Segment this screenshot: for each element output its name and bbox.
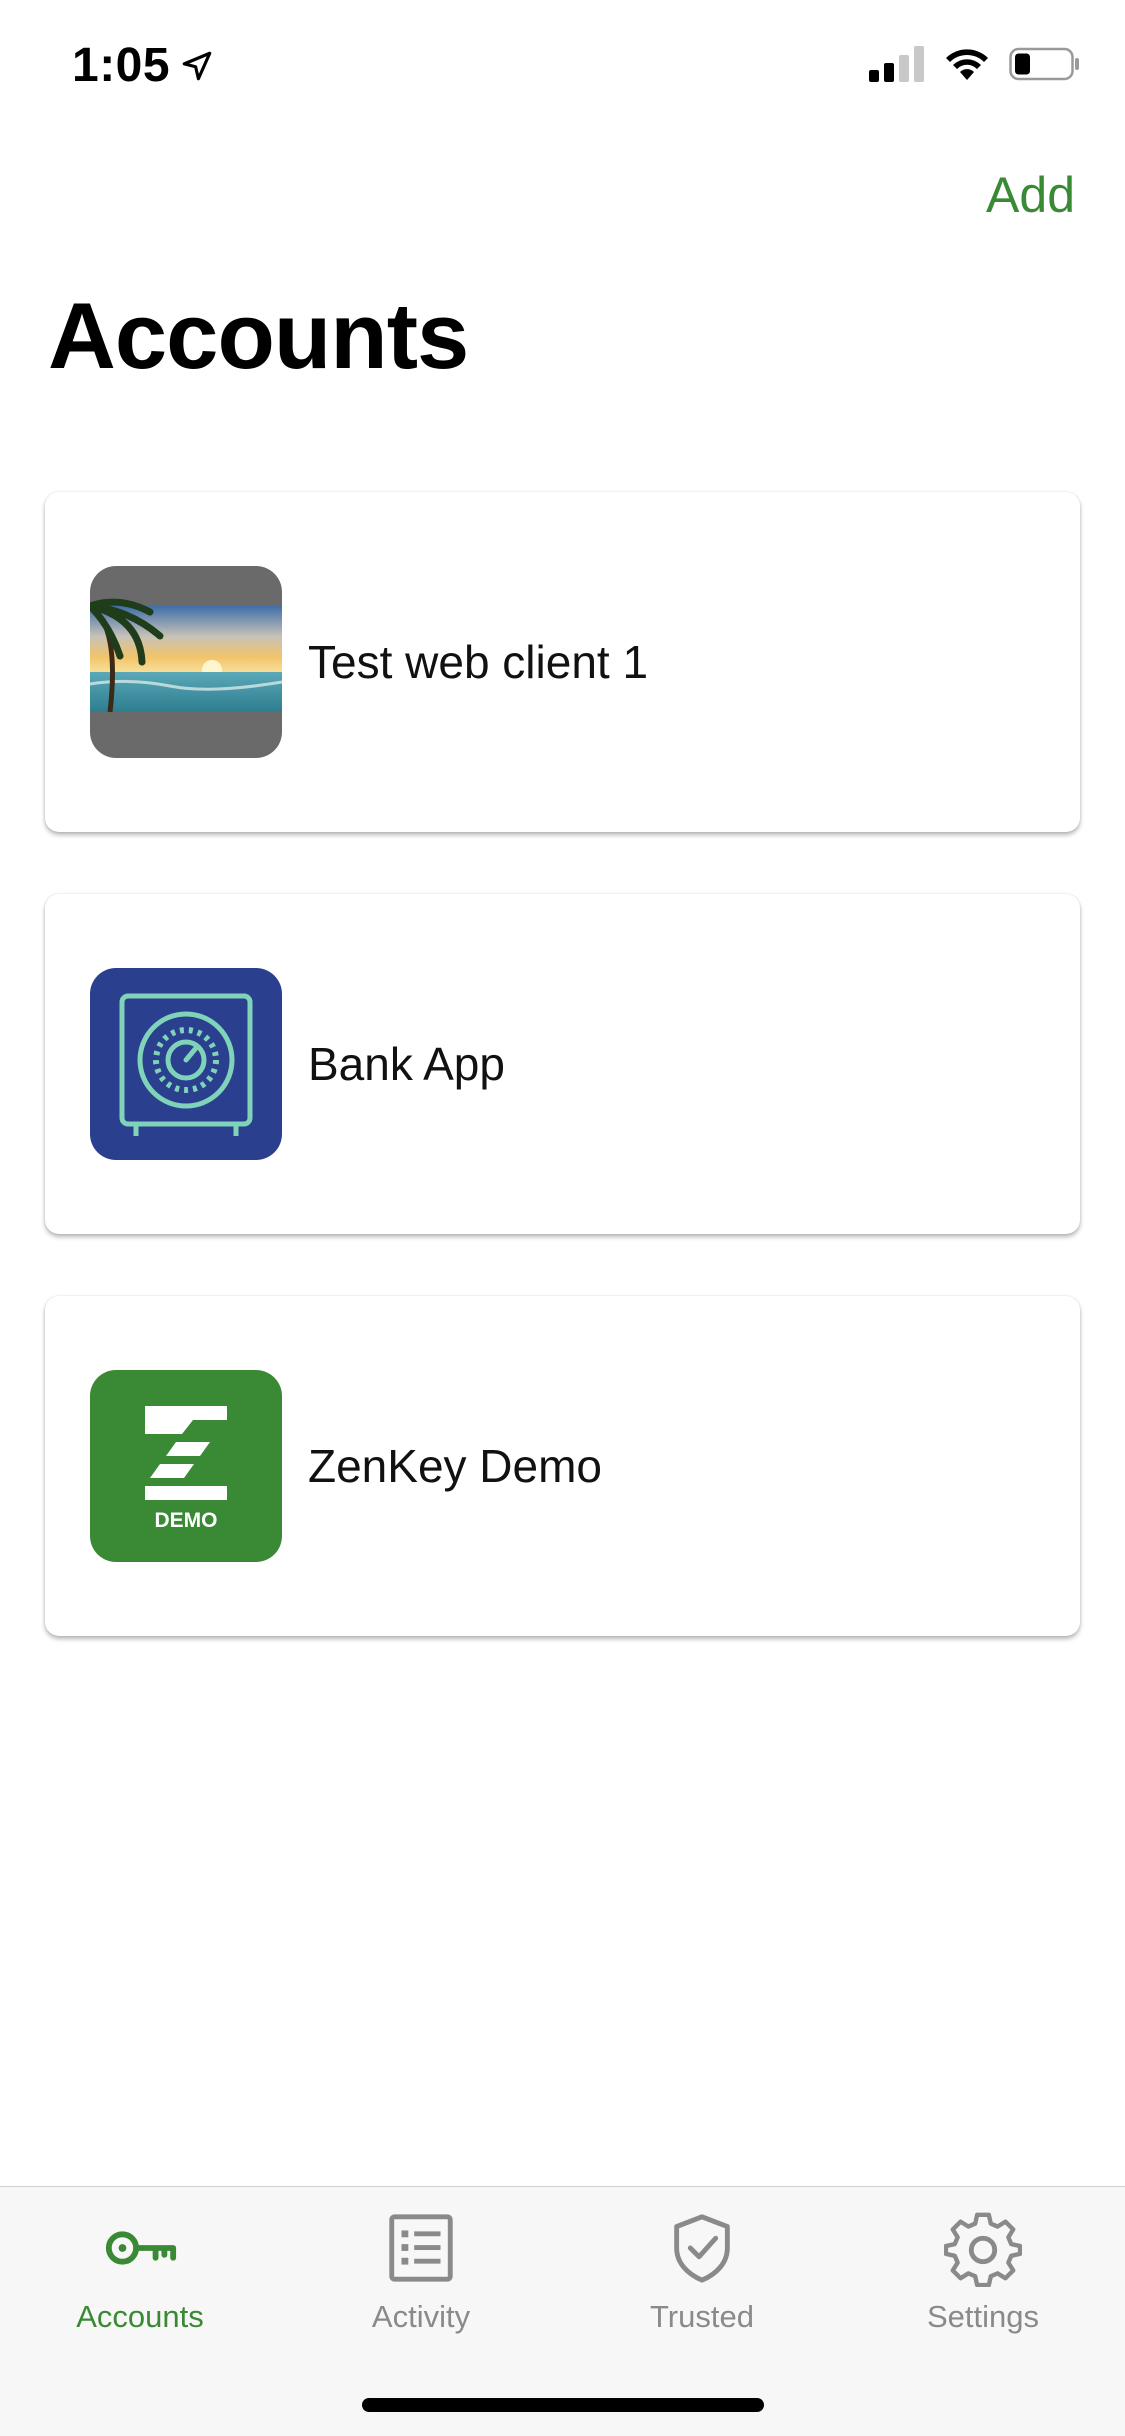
gear-icon <box>944 2212 1022 2287</box>
location-arrow-icon <box>182 51 212 80</box>
status-icons <box>869 46 1081 82</box>
account-name: ZenKey Demo <box>308 1440 603 1492</box>
wifi-icon <box>946 49 988 80</box>
account-name: Test web client 1 <box>308 636 649 688</box>
account-card-bank-app[interactable]: Bank App <box>45 894 1080 1234</box>
tab-trusted[interactable]: Trusted <box>562 2209 842 2335</box>
tab-activity[interactable]: Activity <box>281 2209 561 2335</box>
screen: 1:05 Add Accounts Test web client 1 Bank… <box>0 0 1125 2436</box>
status-time: 1:05 <box>72 39 171 92</box>
account-card-test-web-client[interactable]: Test web client 1 <box>45 492 1080 832</box>
status-time-group: 1:05 <box>72 38 214 93</box>
add-button[interactable]: Add <box>986 166 1075 224</box>
shield-check-icon <box>674 2214 730 2283</box>
tab-settings[interactable]: Settings <box>843 2209 1123 2335</box>
zenkey-demo-logo: DEMO <box>90 1370 282 1562</box>
tab-label: Trusted <box>650 2299 754 2334</box>
page-title: Accounts <box>48 283 469 388</box>
account-list: Test web client 1 Bank App DEMO ZenKey D… <box>45 492 1080 1698</box>
home-indicator[interactable] <box>362 2398 764 2412</box>
account-card-zenkey-demo[interactable]: DEMO ZenKey Demo <box>45 1296 1080 1636</box>
tab-label: Settings <box>926 2299 1039 2334</box>
beach-photo-icon <box>90 566 282 758</box>
tab-label: Accounts <box>76 2299 204 2334</box>
zenkey-logo-text: DEMO <box>155 1509 218 1532</box>
status-bar: 1:05 <box>0 0 1125 132</box>
cellular-signal-icon <box>869 46 924 82</box>
list-icon <box>389 2214 453 2282</box>
account-name: Bank App <box>308 1038 505 1090</box>
vault-safe-icon <box>90 968 282 1160</box>
tab-label: Activity <box>371 2299 471 2334</box>
tab-accounts[interactable]: Accounts <box>0 2209 280 2335</box>
key-icon <box>105 2231 177 2265</box>
battery-icon <box>1009 47 1079 81</box>
